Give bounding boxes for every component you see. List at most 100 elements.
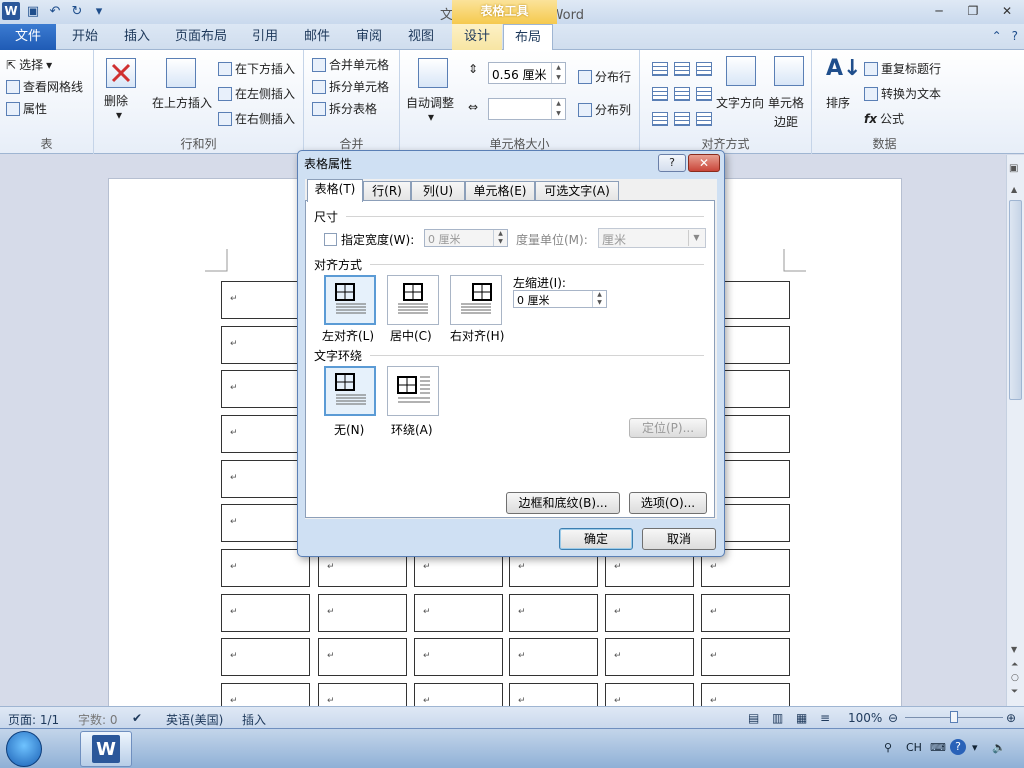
table-cell[interactable]: ↵: [318, 594, 407, 632]
measure-dropdown-icon[interactable]: ▼: [688, 230, 704, 246]
start-button[interactable]: [6, 731, 42, 767]
text-direction-button[interactable]: 文字方向: [716, 94, 764, 111]
table-cell[interactable]: ↵: [221, 549, 310, 587]
align-right-option[interactable]: [450, 275, 502, 325]
language-indicator[interactable]: 英语(美国): [166, 711, 223, 728]
word-count[interactable]: 字数: 0: [78, 711, 118, 728]
tab-cell[interactable]: 单元格(E): [465, 181, 535, 201]
insert-above-button[interactable]: 在上方插入: [152, 94, 212, 111]
distribute-rows-button[interactable]: 分布行: [578, 68, 631, 85]
table-cell[interactable]: ↵: [701, 638, 790, 676]
tab-insert[interactable]: 插入: [114, 24, 160, 50]
positioning-button[interactable]: 定位(P)...: [629, 418, 707, 438]
align-top-right-icon[interactable]: [696, 62, 712, 76]
insert-below-button[interactable]: 在下方插入: [218, 60, 295, 77]
ok-button[interactable]: 确定: [559, 528, 633, 550]
table-cell[interactable]: ↵: [509, 638, 598, 676]
tab-column[interactable]: 列(U): [411, 181, 465, 201]
options-button[interactable]: 选项(O)...: [629, 492, 707, 514]
dialog-help-button[interactable]: ?: [658, 154, 686, 172]
table-cell[interactable]: ↵: [221, 638, 310, 676]
close-icon[interactable]: ✕: [990, 0, 1024, 22]
insert-mode[interactable]: 插入: [242, 711, 266, 728]
full-screen-reading-icon[interactable]: ▥: [772, 711, 783, 725]
view-gridlines-button[interactable]: 查看网格线: [6, 78, 83, 95]
ime-language[interactable]: CH: [906, 741, 922, 754]
zoom-in-icon[interactable]: ⊕: [1006, 711, 1016, 725]
proofing-icon[interactable]: ✔: [132, 711, 142, 725]
align-left-option[interactable]: [324, 275, 376, 325]
delete-dropdown-icon[interactable]: ▾: [116, 108, 122, 122]
align-center-left-icon[interactable]: [652, 87, 668, 101]
table-cell[interactable]: ↵: [701, 594, 790, 632]
tab-review[interactable]: 审阅: [346, 24, 392, 50]
web-layout-icon[interactable]: ▦: [796, 711, 807, 725]
properties-button[interactable]: 属性: [6, 100, 47, 117]
align-center-icon[interactable]: [674, 87, 690, 101]
split-cells-button[interactable]: 拆分单元格: [312, 78, 389, 95]
borders-shading-button[interactable]: 边框和底纹(B)...: [506, 492, 620, 514]
outline-icon[interactable]: ≡: [820, 711, 830, 725]
tab-row[interactable]: 行(R): [363, 181, 411, 201]
table-cell[interactable]: ↵: [414, 594, 503, 632]
insert-right-button[interactable]: 在右侧插入: [218, 110, 295, 127]
help-icon[interactable]: ?: [1012, 29, 1018, 43]
zoom-level[interactable]: 100%: [848, 711, 882, 725]
split-table-button[interactable]: 拆分表格: [312, 100, 377, 117]
measure-in-select[interactable]: 厘米 ▼: [598, 228, 706, 248]
table-cell[interactable]: ↵: [318, 638, 407, 676]
autofit-dropdown-icon[interactable]: ▾: [428, 110, 434, 124]
preferred-width-input[interactable]: 0 厘米 ▲ ▼: [424, 229, 508, 247]
align-center-option[interactable]: [387, 275, 439, 325]
keyboard-icon[interactable]: ⌨: [930, 741, 946, 754]
table-cell[interactable]: ↵: [509, 594, 598, 632]
table-cell[interactable]: ↵: [414, 638, 503, 676]
delete-button[interactable]: 删除: [104, 92, 128, 109]
tab-home[interactable]: 开始: [62, 24, 108, 50]
wrap-around-option[interactable]: [387, 366, 439, 416]
restore-icon[interactable]: ❐: [956, 0, 990, 22]
cancel-button[interactable]: 取消: [642, 528, 716, 550]
align-bottom-left-icon[interactable]: [652, 112, 668, 126]
align-top-left-icon[interactable]: [652, 62, 668, 76]
align-center-right-icon[interactable]: [696, 87, 712, 101]
row-height-input[interactable]: 0.56 厘米 ▲ ▼: [488, 62, 566, 84]
scrollbar-thumb[interactable]: [1009, 200, 1022, 400]
cell-margins-button[interactable]: 单元格 边距: [768, 94, 804, 130]
width-spinner-icon[interactable]: ▲ ▼: [493, 230, 507, 246]
left-indent-input[interactable]: 0 厘米 ▲ ▼: [513, 290, 607, 308]
zoom-out-icon[interactable]: ⊖: [888, 711, 898, 725]
next-page-icon[interactable]: ⏷: [1011, 687, 1018, 697]
wrap-none-option[interactable]: [324, 366, 376, 416]
minimize-icon[interactable]: ─: [922, 0, 956, 22]
formula-button[interactable]: fx 公式: [864, 110, 904, 127]
column-width-spinner-icon[interactable]: ▲ ▼: [551, 99, 565, 119]
ime-help-icon[interactable]: ?: [950, 739, 966, 755]
taskbar-word-button[interactable]: W: [80, 731, 132, 767]
merge-cells-button[interactable]: 合并单元格: [312, 56, 389, 73]
minimize-ribbon-icon[interactable]: ⌃: [992, 29, 1002, 43]
tray-people-icon[interactable]: ⚲: [884, 741, 892, 754]
tab-view[interactable]: 视图: [398, 24, 444, 50]
select-button[interactable]: ⇱ 选择 ▾: [6, 56, 52, 73]
volume-icon[interactable]: 🔈: [992, 741, 1006, 754]
table-cell[interactable]: ↵: [221, 594, 310, 632]
ruler-toggle-icon[interactable]: ▣: [1009, 163, 1018, 174]
scroll-up-icon[interactable]: ▲: [1011, 185, 1017, 194]
previous-page-icon[interactable]: ⏶: [1011, 660, 1018, 670]
tab-page-layout[interactable]: 页面布局: [168, 24, 234, 50]
autofit-button[interactable]: 自动调整: [406, 94, 454, 111]
page-count[interactable]: 页面: 1/1: [8, 711, 59, 728]
convert-to-text-button[interactable]: 转换为文本: [864, 85, 941, 102]
tray-expand-icon[interactable]: ▾: [972, 741, 978, 754]
tab-layout[interactable]: 布局: [503, 24, 553, 51]
dialog-close-button[interactable]: ✕: [688, 154, 720, 172]
tab-table[interactable]: 表格(T): [307, 179, 363, 202]
sort-button[interactable]: 排序: [826, 94, 850, 111]
tab-file[interactable]: 文件: [0, 24, 56, 50]
tab-design[interactable]: 设计: [452, 24, 502, 50]
repeat-header-button[interactable]: 重复标题行: [864, 60, 941, 77]
align-top-center-icon[interactable]: [674, 62, 690, 76]
print-layout-icon[interactable]: ▤: [748, 711, 759, 725]
scroll-down-icon[interactable]: ▼: [1011, 645, 1017, 654]
